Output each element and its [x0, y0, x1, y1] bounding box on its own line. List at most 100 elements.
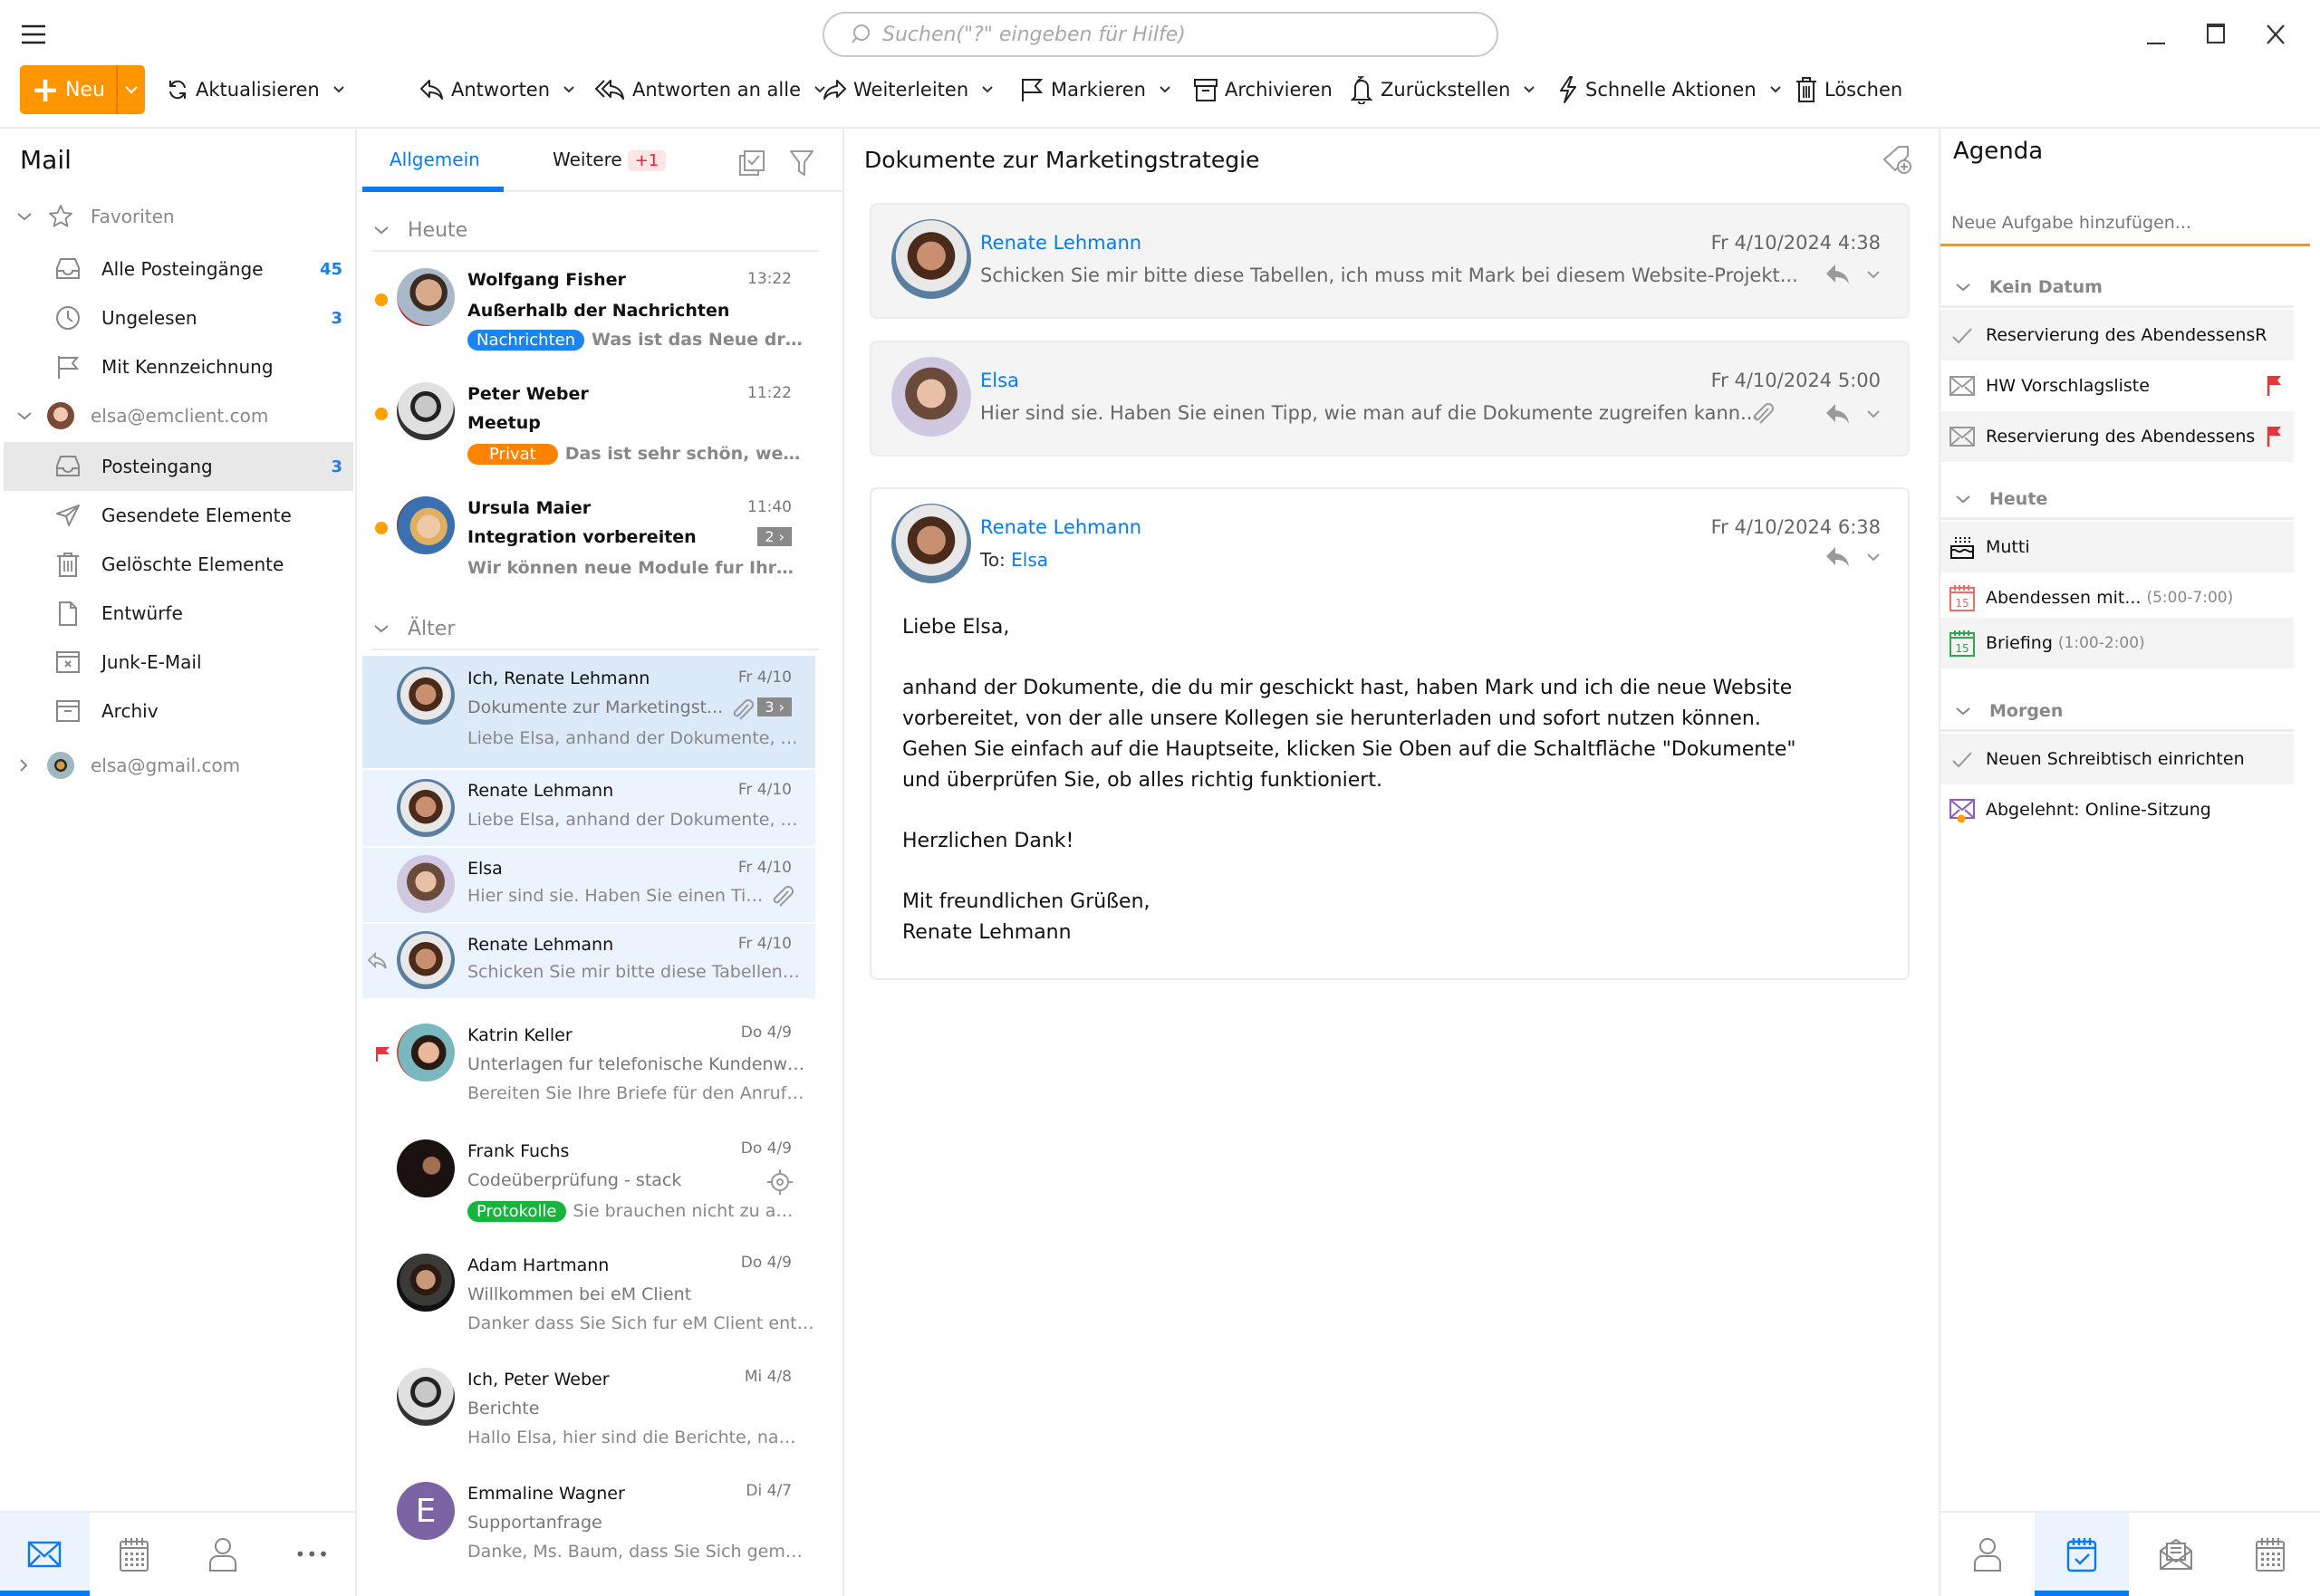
- sidebar-item-sent[interactable]: Gesendete Elemente: [4, 491, 353, 540]
- message-date: Do 4/9: [740, 1024, 792, 1042]
- sender-name[interactable]: Renate Lehmann: [980, 516, 1141, 538]
- archive-button[interactable]: Archivieren: [1192, 74, 1333, 105]
- sidebar-item-inbox[interactable]: Posteingang 3: [4, 442, 353, 491]
- chevron-down-icon[interactable]: [332, 85, 345, 94]
- sidebar-item-drafts[interactable]: Entwürfe: [4, 589, 353, 638]
- reply-icon[interactable]: [1824, 402, 1852, 426]
- new-dropdown-button[interactable]: [118, 65, 145, 114]
- agenda-group-today[interactable]: Heute: [1940, 480, 2294, 520]
- message-item[interactable]: Wolfgang Fisher 13:22 Außerhalb der Nach…: [362, 257, 815, 370]
- new-button[interactable]: + Neu: [20, 65, 145, 114]
- check-icon[interactable]: [1948, 745, 1977, 774]
- message-item[interactable]: Frank Fuchs Do 4/9 Codeüberprüfung - sta…: [362, 1129, 815, 1241]
- agenda-group-tomorrow[interactable]: Morgen: [1940, 692, 2294, 732]
- reply-all-button[interactable]: Antworten an alle: [594, 74, 826, 105]
- agenda-event[interactable]: 15 Briefing (1:00-2:00): [1940, 618, 2294, 668]
- nav-mail-button[interactable]: [0, 1513, 90, 1596]
- thread-count-badge[interactable]: 3 ›: [757, 697, 792, 716]
- tab-allgemein[interactable]: Allgemein: [390, 149, 480, 170]
- chevron-down-icon[interactable]: [1866, 270, 1881, 279]
- sidebar-item-all-inboxes[interactable]: Alle Posteingänge 45: [4, 245, 353, 293]
- sidebar-item-archive[interactable]: Archiv: [4, 687, 353, 736]
- message-item[interactable]: E Emmaline Wagner Di 4/7 Supportanfrage …: [362, 1471, 815, 1583]
- account-group-emclient[interactable]: elsa@emclient.com: [14, 402, 268, 429]
- agenda-task[interactable]: Reservierung des AbendessensR: [1940, 310, 2294, 361]
- check-icon[interactable]: [1948, 321, 1977, 350]
- delete-button[interactable]: Löschen: [1794, 74, 1902, 105]
- message-item[interactable]: Ursula Maier 11:40 Integration vorbereit…: [362, 486, 815, 598]
- group-header-today[interactable]: Heute: [371, 210, 819, 252]
- search-input[interactable]: [882, 23, 1462, 46]
- sender-name[interactable]: Renate Lehmann: [980, 232, 1141, 254]
- flag-button[interactable]: Markieren: [1018, 74, 1171, 105]
- agenda-declined-invite[interactable]: Abgelehnt: Online-Sitzung: [1940, 784, 2294, 835]
- sidebar-item-flagged[interactable]: Mit Kennzeichnung: [4, 342, 353, 391]
- flag-icon[interactable]: [2267, 425, 2283, 448]
- sidebar-item-junk[interactable]: Junk-E-Mail: [4, 638, 353, 687]
- agenda-group-no-date[interactable]: Kein Datum: [1940, 268, 2294, 308]
- thread-count-badge[interactable]: 2 ›: [757, 527, 792, 546]
- close-button[interactable]: [2257, 16, 2294, 53]
- reply-icon[interactable]: [1824, 545, 1852, 569]
- lightning-icon: [1560, 76, 1576, 103]
- agenda-flagged-mail[interactable]: HW Vorschlagsliste: [1940, 361, 2294, 411]
- nav-contacts-button[interactable]: [178, 1513, 268, 1596]
- nav-more-button[interactable]: •••: [268, 1513, 358, 1596]
- chevron-down-icon[interactable]: [981, 85, 994, 94]
- new-button-main[interactable]: + Neu: [20, 65, 118, 114]
- recipient-name[interactable]: Elsa: [1011, 549, 1048, 571]
- forward-icon: [823, 80, 846, 100]
- new-task-input[interactable]: [1940, 201, 2310, 246]
- chevron-down-icon[interactable]: [1866, 409, 1881, 418]
- select-mode-button[interactable]: [737, 149, 766, 178]
- account-group-gmail[interactable]: elsa@gmail.com: [14, 752, 240, 779]
- forward-button[interactable]: Weiterleiten: [821, 74, 994, 105]
- agenda-mail-button[interactable]: [2129, 1513, 2223, 1596]
- sidebar-item-unread[interactable]: Ungelesen 3: [4, 293, 353, 342]
- message-item[interactable]: Peter Weber 11:22 Meetup Privat Das ist s…: [362, 371, 815, 484]
- message-item-selected[interactable]: Ich, Renate Lehmann Fr 4/10 Dokumente zu…: [362, 656, 815, 768]
- maximize-button[interactable]: [2198, 16, 2234, 53]
- favorites-group[interactable]: Favoriten: [14, 203, 175, 230]
- agenda-task[interactable]: Neuen Schreibtisch einrichten: [1940, 734, 2294, 784]
- chevron-down-icon[interactable]: [1769, 85, 1782, 94]
- refresh-button[interactable]: Aktualisieren: [165, 74, 345, 105]
- sender-name[interactable]: Elsa: [980, 370, 1019, 391]
- message-item[interactable]: Katrin Keller Do 4/9 Unterlagen fur tele…: [362, 1014, 815, 1127]
- filter-button[interactable]: [788, 149, 815, 178]
- chevron-down-icon[interactable]: [1866, 553, 1881, 562]
- message-item[interactable]: Elsa Fr 4/10 Hier sind sie. Haben Sie ei…: [362, 848, 815, 922]
- minimize-button[interactable]: [2138, 16, 2174, 53]
- add-tag-button[interactable]: [1881, 143, 1913, 176]
- message-item[interactable]: Ich, Peter Weber Mi 4/8 Berichte Hallo E…: [362, 1357, 815, 1469]
- agenda-flagged-mail[interactable]: Reservierung des Abendessens: [1940, 411, 2294, 462]
- search-box[interactable]: [823, 12, 1498, 57]
- chevron-down-icon[interactable]: [1523, 85, 1535, 94]
- agenda-event[interactable]: 15 Abendessen mit... (5:00-7:00): [1940, 572, 2294, 623]
- sidebar-item-deleted[interactable]: Gelöschte Elemente: [4, 540, 353, 589]
- tab-weitere[interactable]: Weitere +1: [553, 149, 667, 171]
- agenda-calendar-button[interactable]: [2223, 1513, 2317, 1596]
- chevron-down-icon[interactable]: [1159, 85, 1171, 94]
- chevron-down-icon[interactable]: [563, 85, 575, 94]
- nav-calendar-button[interactable]: [90, 1513, 179, 1596]
- quick-actions-label: Schnelle Aktionen: [1585, 79, 1757, 101]
- reply-button[interactable]: Antworten: [419, 74, 575, 105]
- hamburger-menu-icon[interactable]: [20, 24, 47, 45]
- agenda-contacts-button[interactable]: [1940, 1513, 2035, 1596]
- reply-icon[interactable]: [1824, 263, 1852, 286]
- message-item[interactable]: Renate Lehmann Fr 4/10 Schicken Sie mir …: [362, 924, 815, 998]
- conversation-message-collapsed[interactable]: Elsa Fr 4/10/2024 5:00 Hier sind sie. Ha…: [870, 341, 1910, 457]
- group-header-older[interactable]: Älter: [371, 609, 819, 650]
- avatar: [397, 1024, 455, 1082]
- agenda-tasks-button[interactable]: [2035, 1513, 2129, 1596]
- agenda-birthday[interactable]: Mutti: [1940, 522, 2294, 572]
- conversation-message-collapsed[interactable]: Renate Lehmann Fr 4/10/2024 4:38 Schicke…: [870, 203, 1910, 319]
- message-item[interactable]: Adam Hartmann Do 4/9 Willkommen bei eM C…: [362, 1243, 815, 1355]
- snooze-button[interactable]: Zurückstellen: [1348, 74, 1535, 105]
- quick-actions-button[interactable]: Schnelle Aktionen: [1556, 74, 1782, 105]
- reading-pane: Dokumente zur Marketingstrategie Renate …: [846, 129, 1939, 1596]
- flag-icon[interactable]: [2267, 374, 2283, 398]
- preview-text: Sie brauchen nicht zu an...: [573, 1201, 804, 1221]
- message-item[interactable]: Renate Lehmann Fr 4/10 Liebe Elsa, anhan…: [362, 770, 815, 846]
